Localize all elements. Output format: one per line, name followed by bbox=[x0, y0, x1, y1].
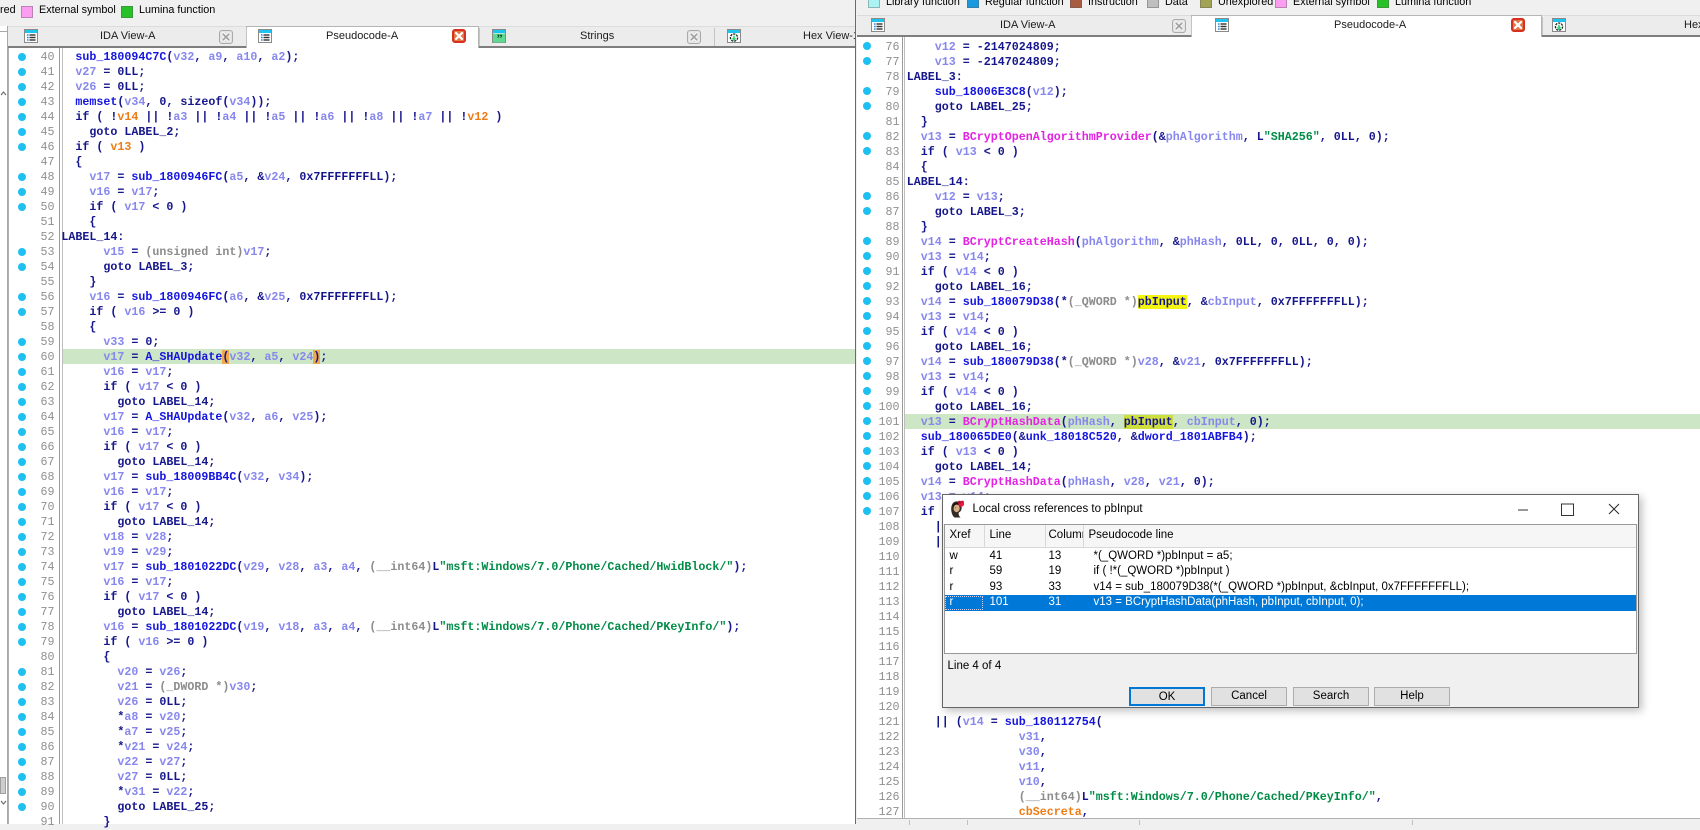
svg-text:”: ” bbox=[497, 31, 503, 44]
